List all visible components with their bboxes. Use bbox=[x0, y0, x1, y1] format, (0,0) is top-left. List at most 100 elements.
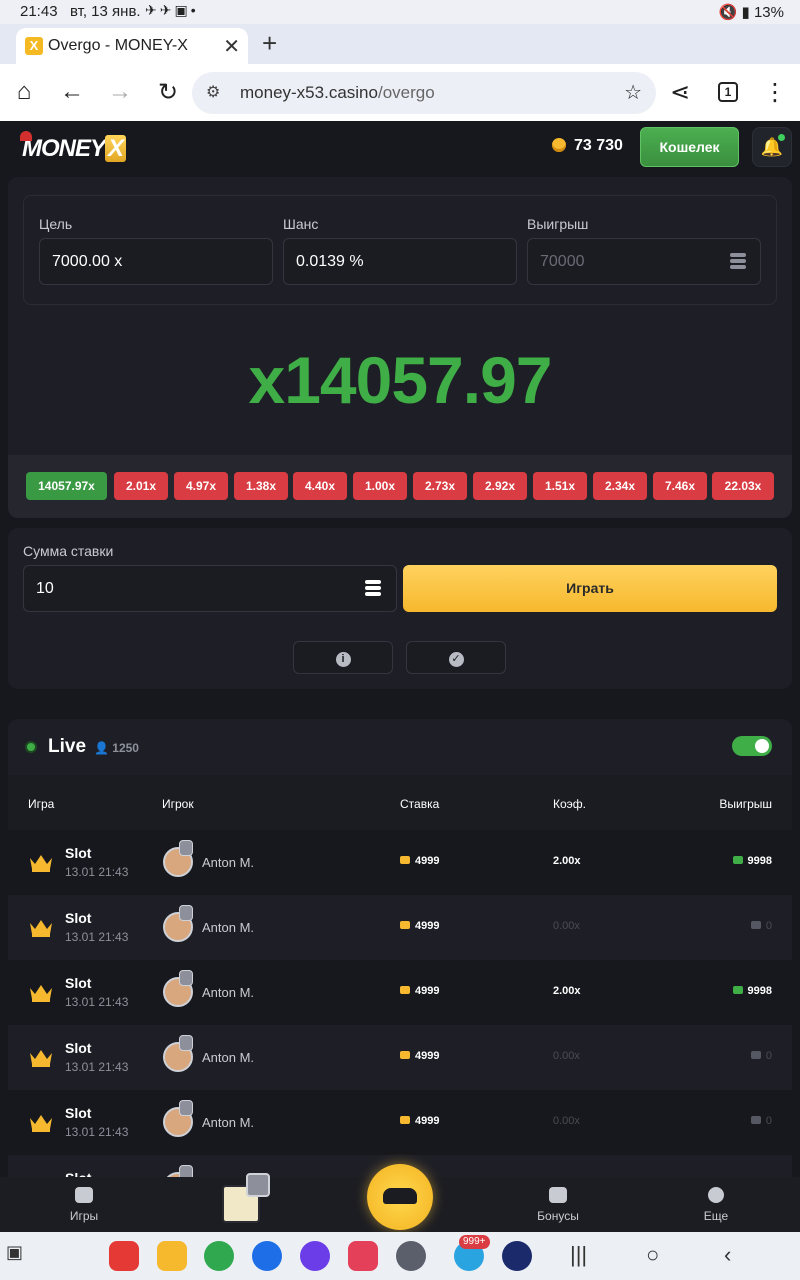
level-icon bbox=[179, 1100, 193, 1116]
history-chip[interactable]: 4.40x bbox=[293, 472, 347, 500]
play-button[interactable]: Играть bbox=[403, 565, 777, 612]
history-chip[interactable]: 7.46x bbox=[653, 472, 707, 500]
app-vpn-icon[interactable] bbox=[502, 1241, 532, 1271]
live-toggle[interactable] bbox=[732, 736, 772, 756]
app-flipboard-icon[interactable] bbox=[109, 1241, 139, 1271]
coin-icon bbox=[400, 1116, 410, 1124]
new-tab-icon[interactable]: + bbox=[262, 28, 277, 59]
share-icon[interactable]: ⋖ bbox=[665, 78, 695, 107]
back-nav-icon[interactable]: ‹ bbox=[724, 1242, 731, 1268]
app-messages-icon[interactable] bbox=[252, 1241, 282, 1271]
chance-label: Шанс bbox=[283, 216, 319, 232]
tab-title: Overgo - MONEY-X bbox=[48, 37, 188, 54]
promo-tile[interactable] bbox=[222, 1173, 270, 1223]
forward-icon[interactable]: → bbox=[105, 78, 135, 106]
col-coef: Коэф. bbox=[553, 797, 586, 811]
app-camera-icon[interactable] bbox=[348, 1241, 378, 1271]
nav-games[interactable]: Игры bbox=[44, 1187, 124, 1223]
coin-icon bbox=[400, 856, 410, 864]
taskbar-icon[interactable]: ▣ bbox=[6, 1242, 23, 1263]
avatar bbox=[163, 1035, 193, 1072]
car-icon bbox=[383, 1188, 417, 1204]
history-chip[interactable]: 1.51x bbox=[533, 472, 587, 500]
player-name: Anton M. bbox=[202, 985, 255, 1000]
reload-icon[interactable]: ↻ bbox=[153, 78, 183, 107]
notification-dot bbox=[778, 134, 785, 141]
crown-icon bbox=[28, 1112, 54, 1132]
url-text: money-x53.casino/overgo bbox=[240, 83, 435, 102]
level-icon bbox=[179, 1035, 193, 1051]
coin-icon bbox=[732, 856, 743, 864]
history-chip[interactable]: 22.03x bbox=[712, 472, 774, 500]
table-row[interactable]: Slot 13.01 21:43 Anton M. 4999 2.00x 9998 bbox=[8, 960, 792, 1025]
status-time: 21:43 bbox=[20, 3, 58, 20]
level-icon bbox=[179, 970, 193, 986]
coins-stack-icon bbox=[365, 580, 381, 598]
avatar bbox=[163, 905, 193, 942]
close-tab-icon[interactable]: ✕ bbox=[223, 34, 240, 59]
table-row[interactable]: Slot 13.01 21:43 Anton M. 4999 0.00x 0 bbox=[8, 1090, 792, 1155]
telegram-badge: 999+ bbox=[459, 1235, 490, 1249]
fairness-button[interactable]: ✓ bbox=[406, 641, 506, 674]
gift-icon bbox=[549, 1187, 567, 1203]
nav-bonuses[interactable]: Бонусы bbox=[518, 1187, 598, 1223]
app-drawer-icon[interactable] bbox=[396, 1241, 426, 1271]
coin-icon bbox=[400, 1051, 410, 1059]
online-count: 👤 1250 bbox=[94, 741, 139, 755]
wallet-button[interactable]: Кошелек bbox=[640, 127, 739, 167]
win-field: 70000 bbox=[527, 238, 761, 285]
app-phone-icon[interactable] bbox=[204, 1241, 234, 1271]
nav-more[interactable]: Еще bbox=[676, 1187, 756, 1223]
home-icon[interactable]: ⌂ bbox=[9, 78, 39, 106]
level-badge-icon bbox=[246, 1173, 270, 1197]
table-row[interactable]: Slot 13.01 21:43 Anton M. 4999 0.00x 0 bbox=[8, 1025, 792, 1090]
back-icon[interactable]: ← bbox=[57, 78, 87, 106]
history-chip[interactable]: 4.97x bbox=[174, 472, 228, 500]
payout-value: 0 bbox=[750, 1050, 772, 1062]
table-row[interactable]: Slot 13.01 21:43 Anton M. 4999 0.00x 0 bbox=[8, 895, 792, 960]
site-settings-icon[interactable]: ⚙ bbox=[206, 82, 220, 102]
coins-stack-icon bbox=[730, 253, 746, 269]
tab-switcher-button[interactable]: 1 bbox=[718, 82, 738, 102]
chance-field[interactable]: 0.0139 % bbox=[283, 238, 517, 285]
history-chip[interactable]: 2.01x bbox=[114, 472, 168, 500]
coin-icon bbox=[400, 921, 410, 929]
table-row[interactable]: Slot 13.01 21:43 Anton M. 4999 2.00x 9998 bbox=[8, 830, 792, 895]
col-game: Игра bbox=[28, 797, 55, 811]
bottom-nav: Игры Бонусы Еще bbox=[0, 1164, 800, 1232]
history-chip[interactable]: 2.73x bbox=[413, 472, 467, 500]
coef-value: 0.00x bbox=[553, 1050, 580, 1062]
notifications-button[interactable]: 🔔 bbox=[752, 127, 792, 167]
recents-icon[interactable]: ||| bbox=[570, 1242, 587, 1268]
home-nav-icon[interactable]: ○ bbox=[646, 1242, 659, 1268]
car-button[interactable] bbox=[367, 1164, 433, 1230]
history-chip[interactable]: 1.38x bbox=[234, 472, 288, 500]
target-field[interactable]: 7000.00 x bbox=[39, 238, 273, 285]
info-button[interactable]: i bbox=[293, 641, 393, 674]
game-name: Slot bbox=[65, 1040, 92, 1056]
history-chip[interactable]: 14057.97x bbox=[26, 472, 107, 500]
history-chip[interactable]: 2.34x bbox=[593, 472, 647, 500]
col-stake: Ставка bbox=[400, 797, 440, 811]
payout-value: 9998 bbox=[732, 985, 772, 997]
bookmark-star-icon[interactable]: ☆ bbox=[624, 80, 642, 105]
browser-tab[interactable]: X Overgo - MONEY-X ✕ bbox=[16, 28, 248, 64]
history-chip[interactable]: 1.00x bbox=[353, 472, 407, 500]
game-time: 13.01 21:43 bbox=[65, 865, 129, 879]
site-logo[interactable]: MONEY X bbox=[20, 131, 127, 163]
browser-menu-icon[interactable]: ⋮ bbox=[760, 78, 790, 107]
bet-amount-input[interactable]: 10 bbox=[23, 565, 397, 612]
app-browser-icon[interactable] bbox=[300, 1241, 330, 1271]
coef-value: 0.00x bbox=[553, 920, 580, 932]
coin-icon bbox=[552, 138, 566, 152]
browser-tab-bar: X Overgo - MONEY-X ✕ + bbox=[0, 24, 800, 64]
app-files-icon[interactable] bbox=[157, 1241, 187, 1271]
game-name: Slot bbox=[65, 1105, 92, 1121]
stake-value: 4999 bbox=[400, 855, 439, 867]
notification-icons: ✈✈▣• bbox=[145, 2, 199, 18]
history-chip[interactable]: 2.92x bbox=[473, 472, 527, 500]
url-field[interactable]: ⚙ money-x53.casino/overgo ☆ bbox=[192, 72, 656, 114]
coef-value: 2.00x bbox=[553, 985, 581, 997]
santa-hat-icon bbox=[20, 131, 32, 141]
live-indicator bbox=[27, 743, 35, 751]
